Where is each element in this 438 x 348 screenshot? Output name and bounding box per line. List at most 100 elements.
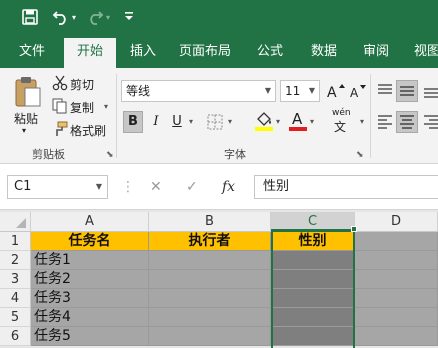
- undo-dropdown-icon[interactable]: ▾: [72, 9, 80, 27]
- align-left-icon[interactable]: [376, 113, 394, 131]
- save-icon[interactable]: [22, 9, 40, 27]
- cell-a6[interactable]: 任务5: [31, 327, 149, 346]
- formula-bar: C1 ▼ ⋮ ✕ ✓ fx 性别: [0, 164, 438, 210]
- align-bottom-icon[interactable]: [422, 82, 438, 100]
- tab-file[interactable]: 文件: [8, 36, 56, 68]
- clipboard-launcher-icon[interactable]: ⬊: [106, 150, 114, 160]
- format-painter-icon[interactable]: [52, 121, 68, 137]
- cell-c3[interactable]: [271, 270, 355, 289]
- cell-b2[interactable]: [149, 251, 271, 270]
- insert-function-button[interactable]: fx: [222, 175, 235, 199]
- formula-bar-grip-icon[interactable]: ⋮: [121, 178, 135, 196]
- tab-review[interactable]: 审阅: [354, 36, 398, 68]
- paste-button[interactable]: 粘贴: [14, 110, 38, 127]
- cancel-icon[interactable]: ✕: [150, 175, 162, 199]
- cell-c2[interactable]: [271, 251, 355, 270]
- cell-d2[interactable]: [355, 251, 438, 270]
- customize-icon[interactable]: [124, 9, 134, 27]
- cell-a5[interactable]: 任务4: [31, 308, 149, 327]
- quick-access-toolbar: ▾ ▾: [0, 0, 438, 36]
- cell-b4[interactable]: [149, 289, 271, 308]
- redo-icon[interactable]: [86, 9, 104, 27]
- column-header-d[interactable]: D: [355, 212, 438, 232]
- cell-a3[interactable]: 任务2: [31, 270, 149, 289]
- tab-insert[interactable]: 插入: [120, 36, 166, 68]
- clipboard-group-label: 剪贴板: [32, 148, 65, 161]
- column-header-c[interactable]: C: [271, 212, 355, 232]
- align-middle-button[interactable]: [396, 80, 418, 102]
- cut-button[interactable]: 剪切: [70, 76, 94, 93]
- cut-icon[interactable]: [52, 75, 68, 91]
- row-header-3[interactable]: 3: [0, 270, 31, 289]
- cell-d6[interactable]: [355, 327, 438, 346]
- cell-b3[interactable]: [149, 270, 271, 289]
- name-box[interactable]: C1 ▼: [7, 175, 108, 199]
- increase-font-size-icon[interactable]: A: [326, 82, 346, 101]
- row-header-5[interactable]: 5: [0, 308, 31, 327]
- font-name-select[interactable]: 等线 ▼: [121, 80, 276, 102]
- align-top-icon[interactable]: [376, 82, 394, 100]
- cell-c4[interactable]: [271, 289, 355, 308]
- align-right-icon[interactable]: [422, 113, 438, 131]
- cell-a1[interactable]: 任务名: [31, 232, 149, 251]
- fill-color-icon[interactable]: [254, 110, 274, 132]
- bold-button[interactable]: B: [123, 111, 143, 133]
- cell-c5[interactable]: [271, 308, 355, 327]
- column-header-a[interactable]: A: [31, 212, 149, 232]
- cell-d3[interactable]: [355, 270, 438, 289]
- underline-dropdown-icon[interactable]: ▾: [187, 111, 195, 133]
- format-painter-button[interactable]: 格式刷: [70, 122, 106, 139]
- borders-dropdown-icon[interactable]: ▾: [226, 111, 234, 133]
- fill-color-dropdown-icon[interactable]: ▾: [274, 111, 282, 133]
- phonetic-dropdown-icon[interactable]: ▾: [358, 111, 366, 133]
- select-all-corner[interactable]: [0, 212, 31, 232]
- cell-c1[interactable]: 性别: [271, 232, 355, 251]
- font-color-button[interactable]: A: [288, 110, 308, 132]
- row-header-1[interactable]: 1: [0, 232, 31, 251]
- chevron-down-icon: ▼: [95, 182, 102, 191]
- underline-button[interactable]: U: [169, 111, 185, 133]
- fill-handle[interactable]: [351, 226, 357, 232]
- font-size-select[interactable]: 11 ▼: [280, 80, 320, 102]
- font-color-dropdown-icon[interactable]: ▾: [308, 111, 316, 133]
- formula-input[interactable]: 性别: [254, 175, 438, 199]
- tab-formulas[interactable]: 公式: [248, 36, 292, 68]
- font-launcher-icon[interactable]: ⬊: [356, 150, 364, 160]
- copy-icon[interactable]: [52, 98, 68, 114]
- tab-data[interactable]: 数据: [302, 36, 346, 68]
- cell-d4[interactable]: [355, 289, 438, 308]
- borders-icon[interactable]: [206, 113, 224, 131]
- column-header-b[interactable]: B: [149, 212, 271, 232]
- align-center-button[interactable]: [396, 111, 418, 133]
- redo-dropdown-icon[interactable]: ▾: [106, 9, 114, 27]
- row-header-4[interactable]: 4: [0, 289, 31, 308]
- cell-a4[interactable]: 任务3: [31, 289, 149, 308]
- tab-home[interactable]: 开始: [64, 38, 116, 68]
- copy-button[interactable]: 复制: [70, 99, 94, 116]
- font-name-value: 等线: [126, 84, 151, 98]
- row-header-6[interactable]: 6: [0, 327, 31, 346]
- cell-c6[interactable]: [271, 327, 355, 346]
- decrease-font-size-icon[interactable]: A: [348, 82, 368, 100]
- row-header-2[interactable]: 2: [0, 251, 31, 270]
- cell-a2[interactable]: 任务1: [31, 251, 149, 270]
- cell-b1[interactable]: 执行者: [149, 232, 271, 251]
- chevron-down-icon: ▼: [264, 86, 271, 95]
- cell-b5[interactable]: [149, 308, 271, 327]
- italic-button[interactable]: I: [147, 111, 165, 133]
- cell-b6[interactable]: [149, 327, 271, 346]
- paste-icon[interactable]: [14, 76, 42, 108]
- cell-d5[interactable]: [355, 308, 438, 327]
- tab-view[interactable]: 视图: [404, 36, 438, 68]
- undo-icon[interactable]: [52, 9, 70, 27]
- copy-dropdown-icon[interactable]: ▾: [104, 102, 108, 111]
- enter-icon[interactable]: ✓: [186, 175, 198, 199]
- paste-dropdown-icon[interactable]: ▾: [22, 126, 26, 135]
- tab-page-layout[interactable]: 页面布局: [172, 36, 238, 68]
- phonetic-guide-button[interactable]: wén 文: [332, 108, 358, 134]
- phonetic-text: wén: [332, 108, 351, 118]
- group-divider: [370, 74, 371, 158]
- chevron-down-icon: ▼: [308, 86, 315, 95]
- font-group-label: 字体: [224, 148, 246, 161]
- cell-d1[interactable]: [355, 232, 438, 251]
